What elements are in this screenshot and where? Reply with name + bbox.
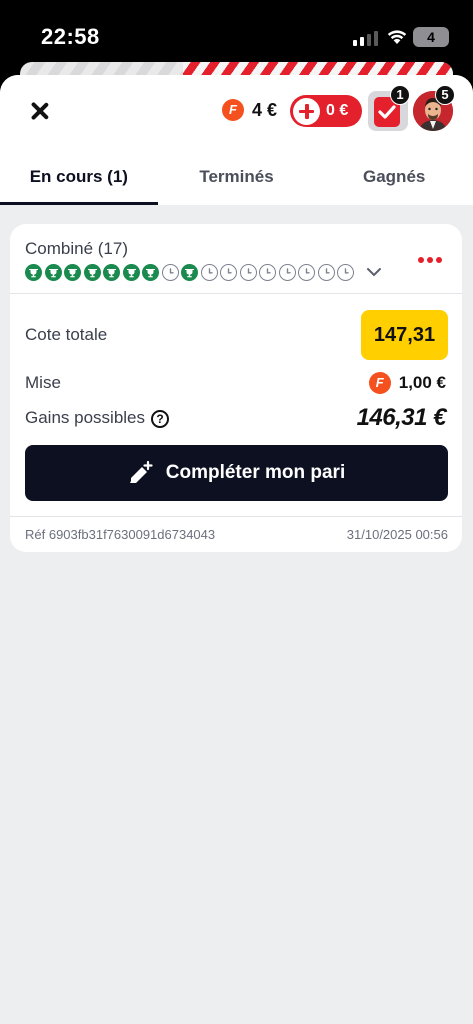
bet-tabs: En cours (1) Terminés Gagnés [0, 153, 473, 205]
leg-pending-icon [239, 264, 257, 281]
complete-bet-button[interactable]: Compléter mon pari [25, 445, 448, 501]
leg-won-icon [64, 264, 81, 281]
status-bar: 22:58 4 [0, 0, 473, 70]
leg-won-icon [122, 264, 140, 281]
stake-value: F 1,00 € [368, 372, 446, 394]
leg-pending-icon [278, 264, 296, 281]
leg-pending-icon [200, 264, 218, 281]
bet-legs-row [25, 264, 354, 281]
betslip-button[interactable]: 1 [368, 85, 410, 131]
freebet-coin-icon: F [222, 99, 244, 121]
total-odds-label: Cote totale [25, 325, 108, 344]
freebet-balance[interactable]: F 4 € [222, 99, 277, 121]
divider [10, 293, 462, 294]
close-button[interactable] [28, 99, 52, 123]
stake-label: Mise [25, 373, 61, 392]
chevron-down-icon[interactable] [366, 266, 382, 278]
bet-card: Combiné (17) Cote totale 147,31 Mise F 1… [10, 224, 462, 552]
plus-icon [293, 97, 320, 125]
leg-won-icon [142, 264, 159, 281]
leg-pending-icon [317, 264, 335, 281]
potential-winnings-label: Gains possibles [25, 408, 146, 427]
leg-pending-icon [161, 264, 179, 281]
divider [10, 516, 462, 517]
leg-pending-icon [298, 264, 315, 281]
tab-won[interactable]: Gagnés [315, 153, 473, 205]
bet-title: Combiné (17) [25, 239, 128, 258]
account-balance: 0 € [326, 102, 349, 119]
complete-bet-label: Compléter mon pari [165, 462, 346, 483]
tab-finished[interactable]: Terminés [158, 153, 316, 205]
notifications-badge: 5 [435, 85, 455, 105]
potential-winnings-value: 146,31 € [356, 404, 447, 431]
freebet-coin-icon: F [368, 372, 391, 394]
edit-add-icon [129, 461, 153, 483]
tab-in-progress[interactable]: En cours (1) [0, 153, 158, 205]
leg-won-icon [181, 264, 198, 281]
status-time: 22:58 [41, 24, 100, 49]
cellular-signal-icon [353, 30, 378, 46]
bet-reference: Réf 6903fb31f7630091d6734043 [25, 527, 216, 542]
leg-pending-icon [220, 264, 237, 281]
more-options-button[interactable] [418, 254, 444, 266]
leg-pending-icon [259, 264, 276, 281]
help-icon[interactable]: ? [151, 409, 170, 428]
avatar[interactable]: 5 [413, 85, 455, 131]
my-bets-sheet: F 4 € 0 € 1 5 En cours (1) Terminés Gagn… [0, 75, 473, 1024]
deposit-button[interactable]: 0 € [290, 95, 362, 127]
leg-won-icon [103, 264, 120, 281]
bet-date: 31/10/2025 00:56 [346, 527, 448, 542]
stake-amount: 1,00 € [398, 373, 446, 392]
battery-icon: 4 [413, 27, 449, 47]
sheet-header: F 4 € 0 € 1 5 En cours (1) Terminés Gagn… [0, 75, 473, 205]
leg-pending-icon [337, 264, 354, 281]
wifi-icon [387, 30, 407, 44]
potential-winnings-row: Gains possibles? [25, 408, 170, 428]
freebet-balance-amount: 4 € [252, 99, 278, 120]
betslip-count-badge: 1 [390, 85, 410, 105]
leg-won-icon [44, 264, 62, 281]
total-odds-value: 147,31 [361, 310, 448, 360]
leg-won-icon [25, 264, 42, 281]
leg-won-icon [83, 264, 101, 281]
